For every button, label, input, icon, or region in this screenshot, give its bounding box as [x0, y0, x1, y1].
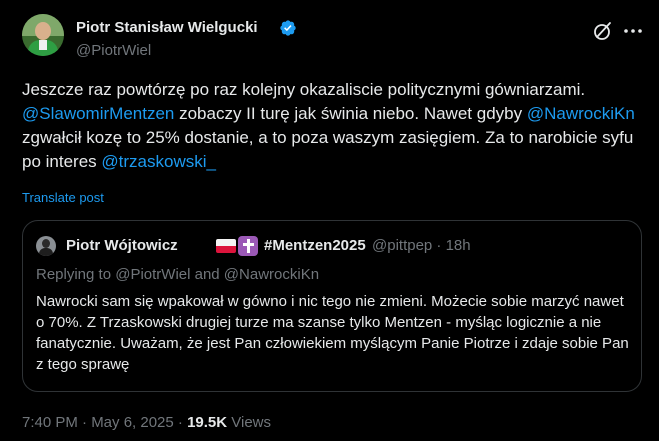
quote-avatar-head [42, 239, 50, 248]
views-label: Views [227, 414, 272, 431]
latin-cross-icon [238, 236, 258, 256]
quote-author-avatar [36, 236, 56, 256]
post-timestamp[interactable]: 7:40 PM · May 6, 2025 · [22, 414, 187, 431]
replying-to-label: Replying to @PiotrWiel and @NawrockiKn [36, 266, 320, 283]
avatar-face [35, 22, 51, 40]
avatar-collar [39, 40, 47, 50]
post-text: Jeszcze raz powtórzę po raz kolejny okaz… [22, 78, 642, 174]
quote-author-name: Piotr Wójtowicz [66, 237, 178, 254]
grok-icon[interactable] [591, 19, 615, 43]
views-count: 19.5K [187, 414, 228, 431]
post-text-part-1: Jeszcze raz powtórzę po raz kolejny okaz… [22, 80, 586, 99]
poland-flag-icon [216, 239, 236, 253]
quote-author-handle-time: @pittpep · 18h [372, 237, 471, 254]
quote-avatar-body [39, 248, 53, 256]
author-handle[interactable]: @PiotrWiel [76, 42, 151, 59]
flag-red-stripe [216, 246, 236, 253]
author-name[interactable]: Piotr Stanisław Wielgucki [76, 19, 258, 36]
quote-author-hashtag: #Mentzen2025 [264, 237, 366, 254]
author-avatar[interactable] [22, 14, 64, 56]
cross-horizontal-bar [243, 243, 254, 246]
mention-trzaskowski[interactable]: @trzaskowski_ [101, 152, 216, 171]
quote-text: Nawrocki sam się wpakował w gówno i nic … [36, 293, 629, 373]
cross-vertical-bar [247, 239, 250, 253]
flag-white-stripe [216, 239, 236, 246]
post: Piotr Stanisław Wielgucki @PiotrWiel Jes… [0, 0, 659, 441]
verified-badge-icon [280, 20, 296, 36]
mention-slawomirmentzen[interactable]: @SlawomirMentzen [22, 104, 174, 123]
mention-nawrockikn[interactable]: @NawrockiKn [527, 104, 635, 123]
quoted-post[interactable]: Piotr Wójtowicz #Mentzen2025 @pittpep · … [22, 220, 642, 392]
more-options-icon[interactable] [622, 21, 644, 41]
post-meta: 7:40 PM · May 6, 2025 · 19.5K Views [22, 414, 271, 431]
translate-post-link[interactable]: Translate post [22, 190, 104, 205]
post-text-part-2: zobaczy II turę jak świnia niebo. Nawet … [174, 104, 527, 123]
